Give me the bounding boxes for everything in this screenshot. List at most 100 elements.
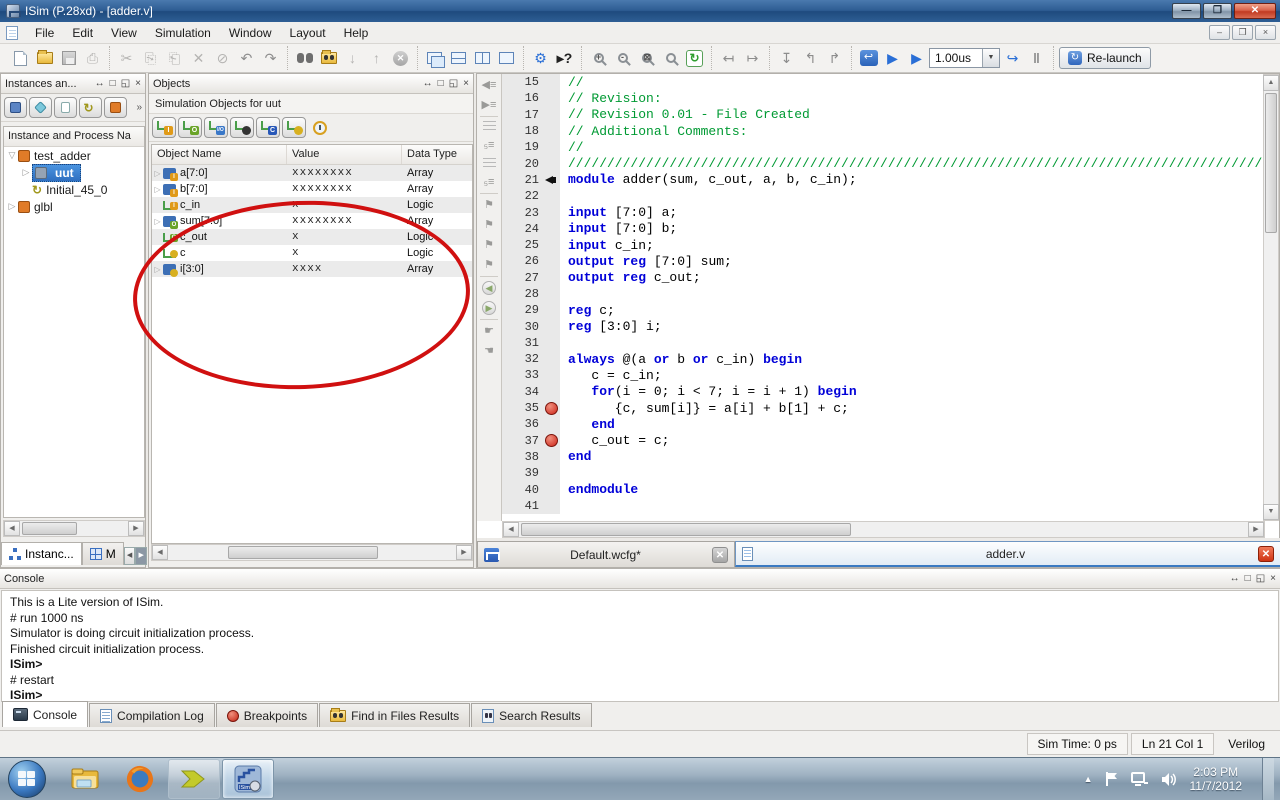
taskbar-ise-button[interactable] [168,759,220,799]
goto-instance-button[interactable]: ↦ [741,47,764,70]
copy-button[interactable]: ⎘ [139,47,162,70]
step-button[interactable]: ↪ [1001,47,1024,70]
instances-column-header[interactable]: Instance and Process Na [4,127,144,147]
tab-compilation-log[interactable]: Compilation Log [89,703,215,727]
scroll-left-icon[interactable]: ◀ [4,521,20,536]
scroll-down-icon[interactable]: ▼ [1263,504,1279,520]
scroll-right-icon[interactable]: ▶ [1248,522,1264,537]
undock-icon[interactable]: ↔ [423,78,433,89]
run-time-combo[interactable]: 1.00us ▼ [929,48,1000,68]
tray-expand-icon[interactable]: ▲ [1084,774,1093,784]
show-lines-icon[interactable] [483,158,496,169]
open-file-button[interactable] [33,47,56,70]
bookmark-clear-icon[interactable]: ⚑ [481,258,497,272]
tree-item-glbl[interactable]: ▷ glbl [4,198,144,215]
restore-button[interactable]: ❐ [1203,3,1232,19]
nav-back-icon[interactable]: ◀ [482,281,496,295]
filter-inouts-button[interactable]: I/O [204,117,228,138]
table-row[interactable]: O c_out x Logic [152,229,472,245]
restart-button[interactable]: ↩ [857,47,880,70]
float-icon[interactable]: ◱ [449,78,458,89]
editor-hscrollbar[interactable]: ◀ ▶ [502,521,1265,538]
taskbar-clock[interactable]: 2:03 PM 11/7/2012 [1190,765,1243,793]
tile-vertical-button[interactable] [471,47,494,70]
menu-help[interactable]: Help [335,23,378,43]
tab-scroll-right-icon[interactable]: ▶ [135,547,147,565]
table-row[interactable]: ▷ I a[7:0] xxxxxxxx Array [152,165,472,181]
find-in-files-button[interactable] [317,47,340,70]
table-row[interactable]: I c_in x Logic [152,197,472,213]
zoom-fit-button[interactable]: ⊠ [635,47,658,70]
maximize-icon[interactable]: □ [438,78,444,89]
redo-button[interactable]: ↷ [259,47,282,70]
menu-file[interactable]: File [26,23,63,43]
taskbar-explorer-button[interactable] [60,759,112,799]
grab-hand-icon[interactable]: ☚ [481,344,497,358]
action-center-flag-icon[interactable] [1105,771,1119,787]
run-for-time-button[interactable]: ▶ [905,47,928,70]
column-object-name[interactable]: Object Name [152,145,287,164]
objects-hscrollbar[interactable]: ◀ ▶ [151,544,473,561]
filter-instances-button[interactable] [4,97,27,118]
save-button[interactable] [57,47,80,70]
breakpoint-icon[interactable] [542,400,560,416]
mdi-close-button[interactable]: × [1255,25,1276,40]
scroll-thumb[interactable] [1265,93,1277,233]
expander-closed-icon[interactable]: ▷ [20,167,32,178]
find-prev-button[interactable]: ↑ [365,47,388,70]
scroll-left-icon[interactable]: ◀ [152,545,168,560]
menu-edit[interactable]: Edit [63,23,102,43]
new-file-button[interactable] [9,47,32,70]
filter-modules-button[interactable] [104,97,127,118]
menu-window[interactable]: Window [220,23,281,43]
clock-filter-button[interactable] [308,117,332,138]
cascade-windows-button[interactable] [423,47,446,70]
float-icon[interactable]: ◱ [121,78,130,89]
cut-button[interactable]: ✂ [115,47,138,70]
filter-packages-button[interactable] [29,97,52,118]
table-row[interactable]: ▷ i[3:0] xxxx Array [152,261,472,277]
table-row[interactable]: c x Logic [152,245,472,261]
preferences-button[interactable]: ⚙ [529,47,552,70]
find-next-button[interactable]: ↓ [341,47,364,70]
tab-default-wcfg[interactable]: Default.wcfg* ✕ [477,541,735,567]
print-button[interactable]: ⎙ [81,47,104,70]
close-icon[interactable]: × [1270,573,1276,584]
current-line-arrow-icon[interactable] [542,172,560,188]
tab-adder-v[interactable]: adder.v ✕ [735,541,1280,567]
maximize-icon[interactable]: □ [1245,573,1251,584]
tab-close-icon[interactable]: ✕ [712,547,728,563]
scroll-left-icon[interactable]: ◀ [503,522,519,537]
table-row[interactable]: ▷ I b[7:0] xxxxxxxx Array [152,181,472,197]
tree-item-test-adder[interactable]: ▽ test_adder [4,147,144,164]
show-desktop-button[interactable] [1262,758,1274,800]
tab-close-icon[interactable]: ✕ [1258,546,1274,562]
bookmark-icon[interactable]: ⚑ [481,198,497,212]
tab-memory[interactable]: M [82,542,124,565]
scroll-up-icon[interactable]: ▲ [1263,75,1279,91]
menu-layout[interactable]: Layout [281,23,335,43]
pause-button[interactable]: ‖ [1025,47,1048,70]
expander-closed-icon[interactable]: ▷ [6,201,18,212]
tree-item-initial-45-0[interactable]: ↻ Initial_45_0 [4,181,144,198]
mdi-restore-button[interactable]: ❐ [1232,25,1253,40]
goto-source-button[interactable]: ↤ [717,47,740,70]
relaunch-button[interactable]: ↻ Re-launch [1059,47,1151,69]
filter-outputs-button[interactable]: O [178,117,202,138]
zoom-out-button[interactable]: - [611,47,634,70]
nav-forward-icon[interactable]: ▶ [482,301,496,315]
selected-tree-item[interactable]: uut [32,164,81,182]
step-over-button[interactable]: ↰ [799,47,822,70]
zoom-in-button[interactable]: + [587,47,610,70]
reload-button[interactable]: ↻ [683,47,706,70]
scroll-right-icon[interactable]: ▶ [128,521,144,536]
scroll-thumb[interactable] [228,546,378,559]
delete-button[interactable]: ✕ [187,47,210,70]
toolbar-overflow-chevron[interactable]: » [136,102,142,113]
mdi-minimize-button[interactable]: – [1209,25,1230,40]
filter-internal-button[interactable] [230,117,254,138]
start-button[interactable] [8,760,46,798]
goto-line-number-icon[interactable]: ₅≡ [481,138,497,152]
tab-scroll-left-icon[interactable]: ◀ [124,547,136,565]
instances-hscrollbar[interactable]: ◀ ▶ [3,520,145,537]
